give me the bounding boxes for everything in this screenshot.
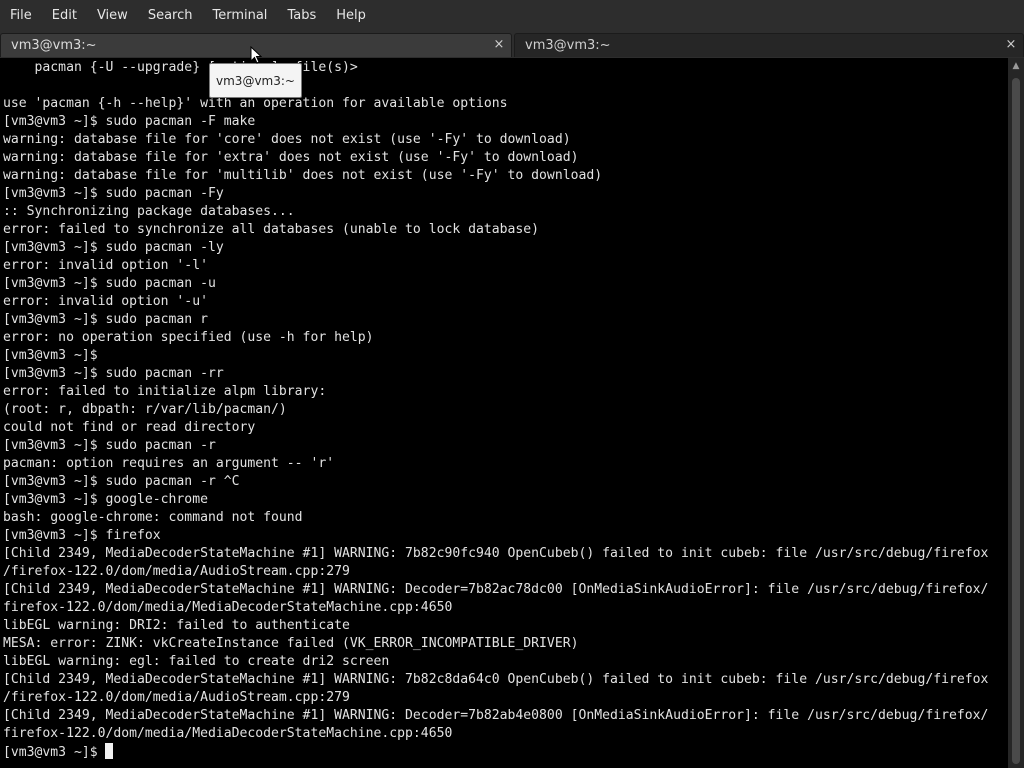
tooltip-text: vm3@vm3:~ <box>216 73 295 88</box>
terminal-line: [Child 2349, MediaDecoderStateMachine #1… <box>3 708 989 723</box>
menubar: File Edit View Search Terminal Tabs Help <box>0 0 1024 31</box>
menu-edit[interactable]: Edit <box>42 0 87 31</box>
close-icon[interactable]: × <box>1003 37 1019 53</box>
terminal-line: pacman: option requires an argument -- '… <box>3 456 335 471</box>
terminal-line: [Child 2349, MediaDecoderStateMachine #1… <box>3 672 989 687</box>
menu-tabs[interactable]: Tabs <box>277 0 326 31</box>
terminal-line: [Child 2349, MediaDecoderStateMachine #1… <box>3 582 989 597</box>
terminal-line: [vm3@vm3 ~]$ sudo pacman -rr <box>3 366 224 381</box>
terminal-line: libEGL warning: egl: failed to create dr… <box>3 654 390 669</box>
menu-file[interactable]: File <box>0 0 42 31</box>
menu-help[interactable]: Help <box>326 0 376 31</box>
terminal-line: [Child 2349, MediaDecoderStateMachine #1… <box>3 546 989 561</box>
terminal-line: error: invalid option '-u' <box>3 294 208 309</box>
terminal-line: warning: database file for 'core' does n… <box>3 132 571 147</box>
terminal-line: [vm3@vm3 ~]$ sudo pacman -r <box>3 438 216 453</box>
terminal-line: error: failed to synchronize all databas… <box>3 222 540 237</box>
tab-tooltip: vm3@vm3:~ <box>209 63 302 98</box>
terminal-line: [vm3@vm3 ~]$ sudo pacman r <box>3 312 208 327</box>
terminal-line: :: Synchronizing package databases... <box>3 204 295 219</box>
terminal-line: pacman {-U --upgrade} [options] <file(s)… <box>3 60 358 75</box>
menu-view[interactable]: View <box>87 0 138 31</box>
terminal-line: (root: r, dbpath: r/var/lib/pacman/) <box>3 402 287 417</box>
terminal-line: /firefox-122.0/dom/media/AudioStream.cpp… <box>3 564 350 579</box>
tab-title: vm3@vm3:~ <box>525 38 611 53</box>
terminal-line: firefox-122.0/dom/media/MediaDecoderStat… <box>3 600 453 615</box>
terminal-line: [vm3@vm3 ~]$ <box>3 348 98 363</box>
terminal-line: /firefox-122.0/dom/media/AudioStream.cpp… <box>3 690 350 705</box>
terminal-line: [vm3@vm3 ~]$ sudo pacman -u <box>3 276 216 291</box>
terminal-line: MESA: error: ZINK: vkCreateInstance fail… <box>3 636 579 651</box>
terminal-line: [vm3@vm3 ~]$ sudo pacman -r ^C <box>3 474 240 489</box>
terminal-line: [vm3@vm3 ~]$ sudo pacman -Fy <box>3 186 224 201</box>
terminal-line: [vm3@vm3 ~]$ firefox <box>3 528 161 543</box>
terminal-line: [vm3@vm3 ~]$ google-chrome <box>3 492 208 507</box>
terminal-output[interactable]: pacman {-U --upgrade} [options] <file(s)… <box>0 58 1008 768</box>
terminal-line: error: no operation specified (use -h fo… <box>3 330 374 345</box>
terminal-line: warning: database file for 'multilib' do… <box>3 168 603 183</box>
terminal-line: [vm3@vm3 ~]$ sudo pacman -F make <box>3 114 256 129</box>
terminal-line: warning: database file for 'extra' does … <box>3 150 579 165</box>
shell-prompt: [vm3@vm3 ~]$ <box>3 745 106 760</box>
terminal-line: firefox-122.0/dom/media/MediaDecoderStat… <box>3 726 453 741</box>
terminal-line: could not find or read directory <box>3 420 256 435</box>
tab-terminal-2[interactable]: vm3@vm3:~ × <box>514 33 1024 57</box>
tab-bar: vm3@vm3:~ × vm3@vm3:~ × <box>0 31 1024 58</box>
terminal-line: [vm3@vm3 ~]$ sudo pacman -ly <box>3 240 224 255</box>
close-icon[interactable]: × <box>491 37 507 53</box>
terminal-line: error: failed to initialize alpm library… <box>3 384 327 399</box>
terminal-line: libEGL warning: DRI2: failed to authenti… <box>3 618 350 633</box>
mouse-pointer-icon <box>250 46 262 64</box>
terminal-scrollbar[interactable]: ▲ <box>1008 58 1024 768</box>
terminal-line: bash: google-chrome: command not found <box>3 510 303 525</box>
menu-search[interactable]: Search <box>138 0 203 31</box>
terminal-line: error: invalid option '-l' <box>3 258 208 273</box>
scrollbar-thumb[interactable] <box>1012 78 1020 764</box>
menu-terminal[interactable]: Terminal <box>202 0 277 31</box>
chevron-up-icon[interactable]: ▲ <box>1008 58 1024 74</box>
text-cursor <box>105 743 114 759</box>
terminal-prompt-line[interactable]: [vm3@vm3 ~]$ <box>3 743 114 761</box>
tab-title: vm3@vm3:~ <box>11 38 97 53</box>
